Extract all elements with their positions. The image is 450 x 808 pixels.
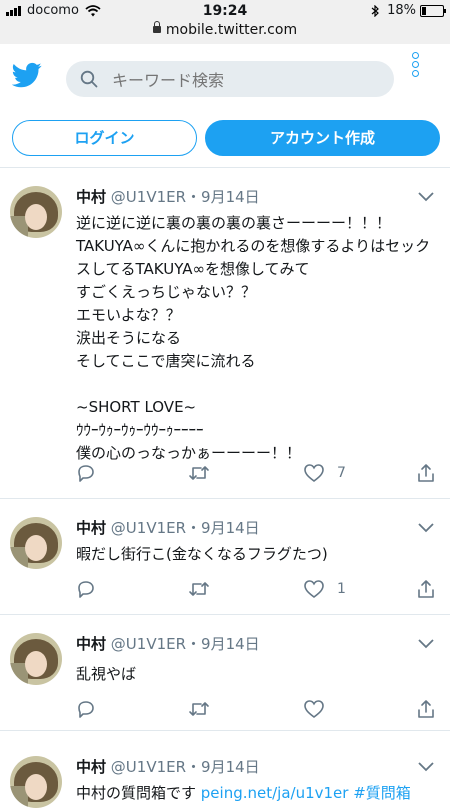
tweet-date[interactable]: 9月14日 (201, 758, 260, 776)
retweet-icon (189, 466, 209, 480)
tweet[interactable]: 中村 @U1V1ER・9月14日 中村の質問箱です peing.net/ja/u… (0, 738, 450, 808)
user-handle[interactable]: @U1V1ER (111, 758, 186, 776)
user-name[interactable]: 中村 (76, 519, 106, 537)
url-bar[interactable]: mobile.twitter.com (0, 21, 450, 44)
auth-buttons: ログイン アカウント作成 (0, 120, 450, 156)
tweet-date[interactable]: 9月14日 (201, 635, 260, 653)
lock-icon (152, 21, 161, 33)
bluetooth-icon (371, 4, 379, 17)
tweet-header: 中村 @U1V1ER・9月14日 (76, 517, 260, 538)
heart-icon (304, 464, 324, 483)
tweet-text: 暇だし街行こ(金なくなるフラグたつ) (76, 545, 328, 563)
tweet-text: 逆に逆に逆に裏の裏の裏の裏さーーーー！！！ TAKUYA∞くんに抱かれるのを想像… (76, 214, 431, 462)
tweet-text-prefix: 中村の質問箱です (76, 784, 201, 802)
user-name[interactable]: 中村 (76, 635, 106, 653)
tweet[interactable]: 中村 @U1V1ER・9月14日 暇だし街行こ(金なくなるフラグたつ) 1 (0, 499, 450, 615)
tweet-actions: 7 (76, 461, 438, 485)
separator: ・ (186, 188, 202, 206)
tweet-header: 中村 @U1V1ER・9月14日 (76, 186, 260, 207)
avatar[interactable] (10, 756, 62, 808)
reply-button[interactable] (76, 577, 96, 601)
battery-icon (420, 4, 446, 17)
user-handle[interactable]: @U1V1ER (111, 519, 186, 537)
user-handle[interactable]: @U1V1ER (111, 188, 186, 206)
tweet-actions (76, 697, 438, 721)
search-input[interactable] (110, 69, 384, 91)
retweet-button[interactable] (188, 697, 210, 721)
tweet-date[interactable]: 9月14日 (201, 519, 260, 537)
retweet-button[interactable] (188, 577, 210, 601)
retweet-icon (189, 582, 209, 596)
share-button[interactable] (416, 577, 436, 601)
like-count: 1 (337, 581, 346, 597)
status-bar: docomo 19:24 18% (0, 0, 450, 22)
reply-icon (78, 701, 94, 718)
avatar[interactable] (10, 633, 62, 685)
retweet-icon (189, 702, 209, 716)
tweet[interactable]: 中村 @U1V1ER・9月14日 乱視やば (0, 615, 450, 731)
heart-icon (304, 700, 324, 719)
url-text: mobile.twitter.com (165, 22, 298, 38)
like-button[interactable]: 7 (303, 461, 346, 485)
chevron-down-icon[interactable] (418, 639, 434, 649)
reply-button[interactable] (76, 697, 96, 721)
chevron-down-icon[interactable] (418, 192, 434, 202)
battery-percent: 18% (387, 3, 416, 18)
reply-icon (78, 465, 94, 482)
tweet[interactable]: 中村 @U1V1ER・9月14日 逆に逆に逆に裏の裏の裏の裏さーーーー！！！ T… (0, 168, 450, 499)
user-handle[interactable]: @U1V1ER (111, 635, 186, 653)
tweet-link[interactable]: peing.net/ja/u1v1er (201, 784, 349, 802)
separator: ・ (186, 635, 202, 653)
tweet-header: 中村 @U1V1ER・9月14日 (76, 756, 260, 777)
separator: ・ (186, 519, 202, 537)
search-box[interactable] (66, 61, 394, 97)
reply-icon (78, 581, 94, 598)
top-bar (0, 44, 450, 112)
tweet-text: 乱視やば (76, 665, 137, 683)
separator: ・ (186, 758, 202, 776)
like-button[interactable] (303, 697, 337, 721)
reply-button[interactable] (76, 461, 96, 485)
share-button[interactable] (416, 697, 436, 721)
tweet-date[interactable]: 9月14日 (201, 188, 260, 206)
avatar[interactable] (10, 517, 62, 569)
tweet-header: 中村 @U1V1ER・9月14日 (76, 633, 260, 654)
share-icon (418, 580, 434, 598)
user-name[interactable]: 中村 (76, 188, 106, 206)
avatar[interactable] (10, 186, 62, 238)
signup-button[interactable]: アカウント作成 (205, 120, 440, 156)
like-count: 7 (337, 465, 346, 481)
more-options-icon[interactable] (412, 52, 420, 82)
chevron-down-icon[interactable] (418, 523, 434, 533)
share-icon (418, 700, 434, 718)
tweet-text: 中村の質問箱です peing.net/ja/u1v1er #質問箱 (76, 782, 450, 805)
retweet-button[interactable] (188, 461, 210, 485)
search-icon (80, 70, 98, 88)
user-name[interactable]: 中村 (76, 758, 106, 776)
heart-icon (304, 580, 324, 599)
twitter-logo-icon[interactable] (12, 60, 42, 90)
tweet-actions: 1 (76, 577, 438, 601)
login-button[interactable]: ログイン (12, 120, 197, 156)
share-icon (418, 464, 434, 482)
like-button[interactable]: 1 (303, 577, 346, 601)
hashtag-link[interactable]: #質問箱 (348, 784, 411, 802)
share-button[interactable] (416, 461, 436, 485)
chevron-down-icon[interactable] (418, 762, 434, 772)
